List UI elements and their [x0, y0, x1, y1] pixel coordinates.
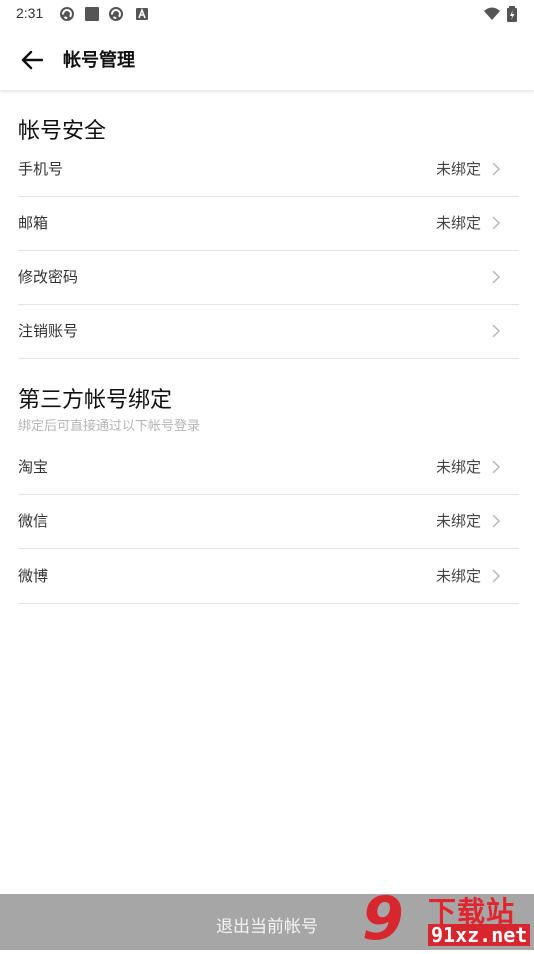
row-phone[interactable]: 手机号 未绑定 — [18, 142, 519, 197]
row-label: 注销账号 — [18, 322, 79, 340]
status-time: 2:31 — [16, 5, 44, 21]
row-label: 邮箱 — [18, 214, 49, 232]
chevron-right-icon — [492, 324, 501, 338]
watermark-domain: 91xz.net — [428, 924, 531, 946]
chevron-right-icon — [492, 460, 501, 474]
row-delete-account[interactable]: 注销账号 — [18, 304, 519, 359]
row-label: 手机号 — [18, 160, 64, 178]
status-bar: 2:31 — [0, 0, 534, 28]
section-title-third-party: 第三方帐号绑定 — [18, 388, 173, 413]
chevron-right-icon — [492, 514, 501, 528]
page-title: 帐号管理 — [63, 50, 135, 71]
arrow-left-icon — [21, 50, 43, 70]
section-subtitle: 绑定后可直接通过以下帐号登录 — [18, 419, 201, 434]
row-wechat[interactable]: 微信 未绑定 — [18, 494, 519, 549]
battery-icon — [507, 6, 517, 22]
font-icon — [136, 7, 148, 20]
row-value: 未绑定 — [435, 214, 481, 232]
row-change-password[interactable]: 修改密码 — [18, 250, 519, 305]
row-value: 未绑定 — [435, 458, 481, 476]
back-button[interactable] — [12, 40, 52, 80]
chevron-right-icon — [492, 270, 501, 284]
app-bar: 帐号管理 — [0, 28, 534, 90]
square-icon — [85, 7, 99, 21]
row-label: 微信 — [18, 512, 49, 530]
row-value: 未绑定 — [435, 567, 481, 585]
chevron-right-icon — [492, 569, 501, 583]
watermark-nine: 9 — [362, 884, 404, 954]
row-email[interactable]: 邮箱 未绑定 — [18, 196, 519, 251]
row-taobao[interactable]: 淘宝 未绑定 — [18, 440, 519, 495]
row-label: 淘宝 — [18, 458, 49, 476]
chevron-right-icon — [492, 162, 501, 176]
sync-icon — [109, 7, 123, 21]
row-value: 未绑定 — [435, 160, 481, 178]
row-label: 微博 — [18, 567, 49, 585]
section-title-account-security: 帐号安全 — [18, 119, 107, 144]
chevron-right-icon — [492, 216, 501, 230]
wifi-icon — [484, 7, 500, 20]
sync-icon — [60, 7, 74, 21]
watermark-logo: 9 下载站 91xz.net — [362, 884, 534, 954]
row-label: 修改密码 — [18, 268, 79, 286]
row-value: 未绑定 — [435, 512, 481, 530]
row-weibo[interactable]: 微博 未绑定 — [18, 549, 519, 604]
